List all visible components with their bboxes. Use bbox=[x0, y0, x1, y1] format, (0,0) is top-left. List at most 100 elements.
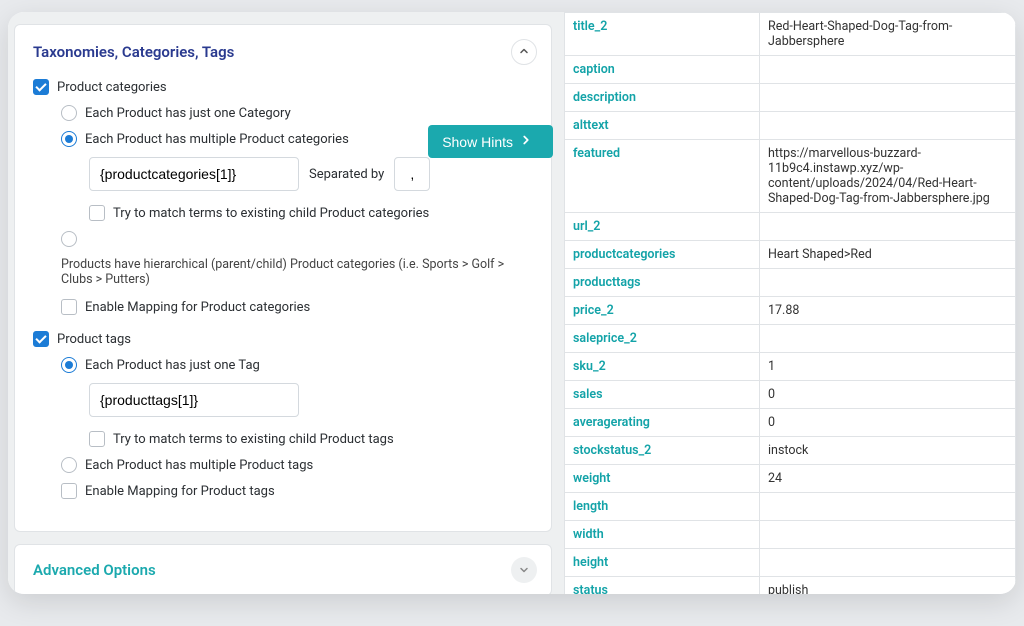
taxonomies-panel: Taxonomies, Categories, Tags Show Hints … bbox=[14, 24, 552, 532]
category-value-row: Separated by bbox=[33, 157, 533, 191]
table-key: status bbox=[565, 577, 760, 595]
category-try-match-label: Try to match terms to existing child Pro… bbox=[113, 206, 429, 221]
table-key: url_2 bbox=[565, 213, 760, 241]
tag-mapping-row: Enable Mapping for Product tags bbox=[33, 483, 533, 499]
table-key: averagerating bbox=[565, 409, 760, 437]
tag-try-match-row: Try to match terms to existing child Pro… bbox=[33, 431, 533, 447]
table-row: productcategoriesHeart Shaped>Red bbox=[565, 241, 1016, 269]
table-row: featuredhttps://marvellous-buzzard-11b9c… bbox=[565, 140, 1016, 213]
table-value: publish bbox=[760, 577, 1016, 595]
category-mapping-checkbox[interactable] bbox=[61, 299, 77, 315]
table-row: averagerating0 bbox=[565, 409, 1016, 437]
table-row: length bbox=[565, 493, 1016, 521]
table-value: 1 bbox=[760, 353, 1016, 381]
product-categories-row: Product categories bbox=[33, 79, 533, 95]
table-row: alttext bbox=[565, 112, 1016, 140]
category-mapping-row: Enable Mapping for Product categories bbox=[33, 299, 533, 315]
category-try-match-row: Try to match terms to existing child Pro… bbox=[33, 205, 533, 221]
category-try-match-checkbox[interactable] bbox=[89, 205, 105, 221]
panel-title: Taxonomies, Categories, Tags bbox=[33, 43, 533, 61]
product-tags-row: Product tags bbox=[33, 331, 533, 347]
tag-single-radio[interactable] bbox=[61, 357, 77, 373]
advanced-options-panel[interactable]: Advanced Options bbox=[14, 544, 552, 594]
advanced-collapse-button[interactable] bbox=[511, 557, 537, 583]
category-hierarchical-radio[interactable] bbox=[61, 231, 77, 247]
show-hints-button[interactable]: Show Hints bbox=[428, 125, 553, 158]
advanced-options-title: Advanced Options bbox=[33, 561, 533, 579]
product-tags-label: Product tags bbox=[57, 332, 131, 347]
show-hints-label: Show Hints bbox=[442, 134, 513, 150]
table-value: 24 bbox=[760, 465, 1016, 493]
table-value bbox=[760, 112, 1016, 140]
category-single-radio[interactable] bbox=[61, 105, 77, 121]
table-row: price_217.88 bbox=[565, 297, 1016, 325]
table-row: height bbox=[565, 549, 1016, 577]
tag-try-match-checkbox[interactable] bbox=[89, 431, 105, 447]
collapse-panel-button[interactable] bbox=[511, 39, 537, 65]
category-hierarchical-row bbox=[33, 231, 533, 247]
table-row: sku_21 bbox=[565, 353, 1016, 381]
table-key: caption bbox=[565, 56, 760, 84]
table-value bbox=[760, 56, 1016, 84]
tag-mapping-checkbox[interactable] bbox=[61, 483, 77, 499]
table-key: producttags bbox=[565, 269, 760, 297]
product-categories-input[interactable] bbox=[89, 157, 299, 191]
product-categories-checkbox[interactable] bbox=[33, 79, 49, 95]
table-row: description bbox=[565, 84, 1016, 112]
table-key: title_2 bbox=[565, 13, 760, 56]
category-hierarchical-help: Products have hierarchical (parent/child… bbox=[33, 257, 533, 287]
table-value: 17.88 bbox=[760, 297, 1016, 325]
table-key: length bbox=[565, 493, 760, 521]
table-value: 0 bbox=[760, 409, 1016, 437]
tag-value-row bbox=[33, 383, 533, 417]
category-multiple-radio[interactable] bbox=[61, 131, 77, 147]
tag-multiple-label: Each Product has multiple Product tags bbox=[85, 458, 313, 473]
table-value: Heart Shaped>Red bbox=[760, 241, 1016, 269]
table-value: instock bbox=[760, 437, 1016, 465]
table-value: https://marvellous-buzzard-11b9c4.instaw… bbox=[760, 140, 1016, 213]
table-key: sku_2 bbox=[565, 353, 760, 381]
table-row: weight24 bbox=[565, 465, 1016, 493]
category-mapping-label: Enable Mapping for Product categories bbox=[85, 300, 310, 315]
chevron-right-icon bbox=[519, 133, 533, 150]
table-value bbox=[760, 213, 1016, 241]
table-key: weight bbox=[565, 465, 760, 493]
table-value: Red-Heart-Shaped-Dog-Tag-from-Jabbersphe… bbox=[760, 13, 1016, 56]
category-multiple-label: Each Product has multiple Product catego… bbox=[85, 132, 349, 147]
tag-single-label: Each Product has just one Tag bbox=[85, 358, 260, 373]
table-row: statuspublish bbox=[565, 577, 1016, 595]
tag-mapping-label: Enable Mapping for Product tags bbox=[85, 484, 275, 499]
data-table: title_2Red-Heart-Shaped-Dog-Tag-from-Jab… bbox=[564, 12, 1016, 594]
table-row: producttags bbox=[565, 269, 1016, 297]
product-tags-checkbox[interactable] bbox=[33, 331, 49, 347]
table-row: stockstatus_2instock bbox=[565, 437, 1016, 465]
table-value bbox=[760, 84, 1016, 112]
table-value bbox=[760, 269, 1016, 297]
table-value bbox=[760, 549, 1016, 577]
product-tags-input[interactable] bbox=[89, 383, 299, 417]
table-row: width bbox=[565, 521, 1016, 549]
table-row: caption bbox=[565, 56, 1016, 84]
separated-by-label: Separated by bbox=[309, 167, 384, 182]
tag-single-row: Each Product has just one Tag bbox=[33, 357, 533, 373]
table-key: sales bbox=[565, 381, 760, 409]
table-value bbox=[760, 493, 1016, 521]
table-row: sales0 bbox=[565, 381, 1016, 409]
table-row: saleprice_2 bbox=[565, 325, 1016, 353]
table-row: title_2Red-Heart-Shaped-Dog-Tag-from-Jab… bbox=[565, 13, 1016, 56]
table-value: 0 bbox=[760, 381, 1016, 409]
tag-try-match-label: Try to match terms to existing child Pro… bbox=[113, 432, 394, 447]
table-key: saleprice_2 bbox=[565, 325, 760, 353]
category-single-row: Each Product has just one Category bbox=[33, 105, 533, 121]
table-value bbox=[760, 521, 1016, 549]
table-key: price_2 bbox=[565, 297, 760, 325]
category-single-label: Each Product has just one Category bbox=[85, 106, 291, 121]
chevron-up-icon bbox=[518, 44, 530, 60]
table-key: alttext bbox=[565, 112, 760, 140]
category-separator-input[interactable] bbox=[394, 157, 430, 191]
tag-multiple-radio[interactable] bbox=[61, 457, 77, 473]
table-key: stockstatus_2 bbox=[565, 437, 760, 465]
table-key: height bbox=[565, 549, 760, 577]
tag-multiple-row: Each Product has multiple Product tags bbox=[33, 457, 533, 473]
table-key: description bbox=[565, 84, 760, 112]
